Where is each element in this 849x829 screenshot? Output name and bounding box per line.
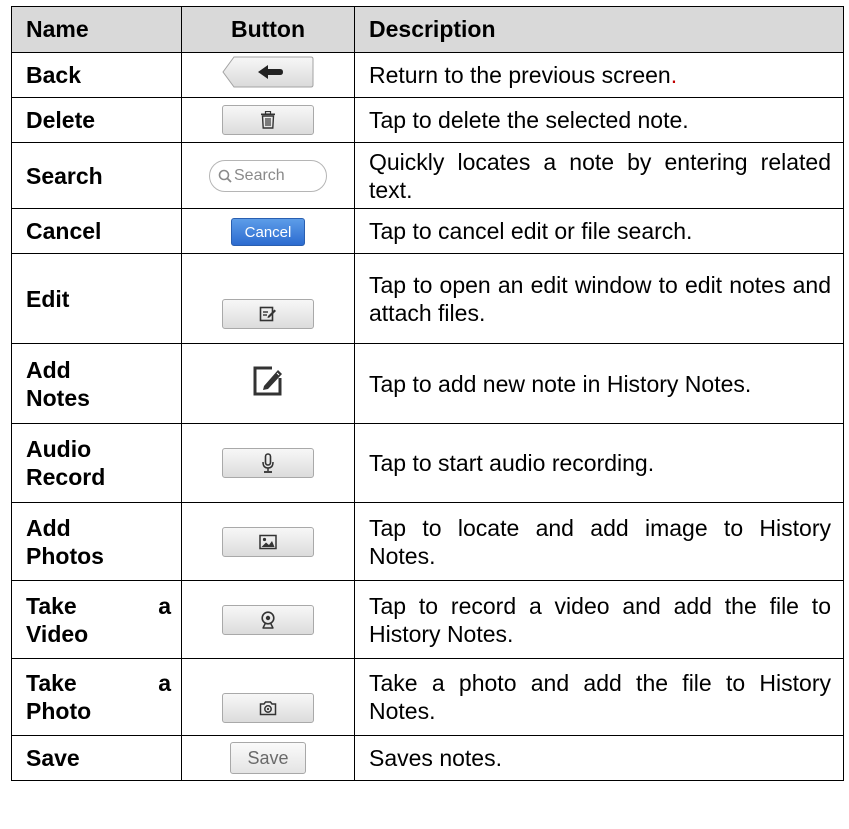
row-description: Tap to cancel edit or file search. xyxy=(354,208,844,254)
back-arrow-icon xyxy=(222,56,314,88)
camera-icon xyxy=(259,701,277,716)
row-description: Tap to start audio recording. xyxy=(354,423,844,503)
row-description: Quickly locates a note by entering relat… xyxy=(354,142,844,209)
table-row: Cancel Cancel Tap to cancel edit or file… xyxy=(11,208,844,254)
add-notes-button[interactable] xyxy=(252,365,284,403)
microphone-icon xyxy=(262,452,274,473)
row-description: Tap to record a video and add the file t… xyxy=(354,580,844,659)
row-name: Cancel xyxy=(11,208,182,254)
row-name-line1: Add xyxy=(26,514,71,541)
row-name-line2: Record xyxy=(26,464,106,490)
row-description: Take a photo and add the file to History… xyxy=(354,658,844,736)
row-description: Saves notes. xyxy=(354,735,844,781)
webcam-icon xyxy=(261,610,275,629)
row-name-line1-word2: a xyxy=(158,592,171,619)
table-row: Take a Photo Take a photo and add the fi… xyxy=(11,658,844,736)
row-description: Tap to add new note in History Notes. xyxy=(354,343,844,424)
edit-button[interactable] xyxy=(222,299,314,329)
row-name: Search xyxy=(11,142,182,209)
search-icon xyxy=(218,169,232,183)
header-button: Button xyxy=(181,6,355,53)
audio-record-button[interactable] xyxy=(222,447,314,478)
add-photos-button[interactable] xyxy=(222,526,314,557)
row-name: Save xyxy=(11,735,182,781)
row-description: Tap to open an edit window to edit notes… xyxy=(354,253,844,344)
delete-button[interactable] xyxy=(222,105,314,135)
row-name-line1-word2: a xyxy=(158,670,171,696)
row-name-line1: Add xyxy=(26,356,71,383)
table-row: Add Notes Tap to add new note in History… xyxy=(11,343,844,424)
table-row: Audio Record Tap to start audio recordin… xyxy=(11,423,844,503)
row-name-line2: Photo xyxy=(26,698,92,724)
header-name: Name xyxy=(11,6,182,53)
row-name-line1-word1: Take xyxy=(26,592,77,619)
table-row: Save Save Saves notes. xyxy=(11,735,844,781)
row-name: Edit xyxy=(11,253,182,344)
image-icon xyxy=(259,534,277,549)
row-name-line1: Audio xyxy=(26,436,92,462)
row-description-period: . xyxy=(670,62,678,88)
row-name: Delete xyxy=(11,97,182,143)
row-name-line2: Video xyxy=(26,620,89,647)
table-row: Add Photos Tap to locate and add image t… xyxy=(11,502,844,581)
cancel-button[interactable]: Cancel xyxy=(231,218,305,247)
table-header-row: Name Button Description xyxy=(11,6,844,53)
table-row: Edit Tap to open an edit window to edit … xyxy=(11,253,844,344)
table-row: Search Search Quickly locates a note by … xyxy=(11,142,844,209)
edit-icon xyxy=(259,306,276,322)
header-description: Description xyxy=(354,6,844,53)
button-reference-table: Name Button Description Back Return to t… xyxy=(11,6,844,781)
trash-icon xyxy=(261,111,275,129)
take-photo-button[interactable] xyxy=(222,693,314,723)
table-row: Back Return to the previous screen. xyxy=(11,52,844,98)
row-name: Back xyxy=(11,52,182,98)
back-button[interactable] xyxy=(222,56,314,88)
search-field[interactable]: Search xyxy=(209,159,327,192)
add-note-icon xyxy=(253,366,282,395)
row-description: Tap to locate and add image to History N… xyxy=(354,502,844,581)
take-video-button[interactable] xyxy=(222,604,314,635)
row-description: Tap to delete the selected note. xyxy=(354,97,844,143)
search-field-text: Search xyxy=(234,166,285,184)
row-name-line2: Notes xyxy=(26,384,90,411)
row-name-line1-word1: Take xyxy=(26,670,77,696)
row-description: Return to the previous screen xyxy=(369,62,671,88)
row-name-line2: Photos xyxy=(26,542,104,569)
save-button[interactable]: Save xyxy=(230,742,306,774)
table-row: Take a Video Tap to record a video and a… xyxy=(11,580,844,659)
table-row: Delete Tap to delete the selected note. xyxy=(11,97,844,143)
